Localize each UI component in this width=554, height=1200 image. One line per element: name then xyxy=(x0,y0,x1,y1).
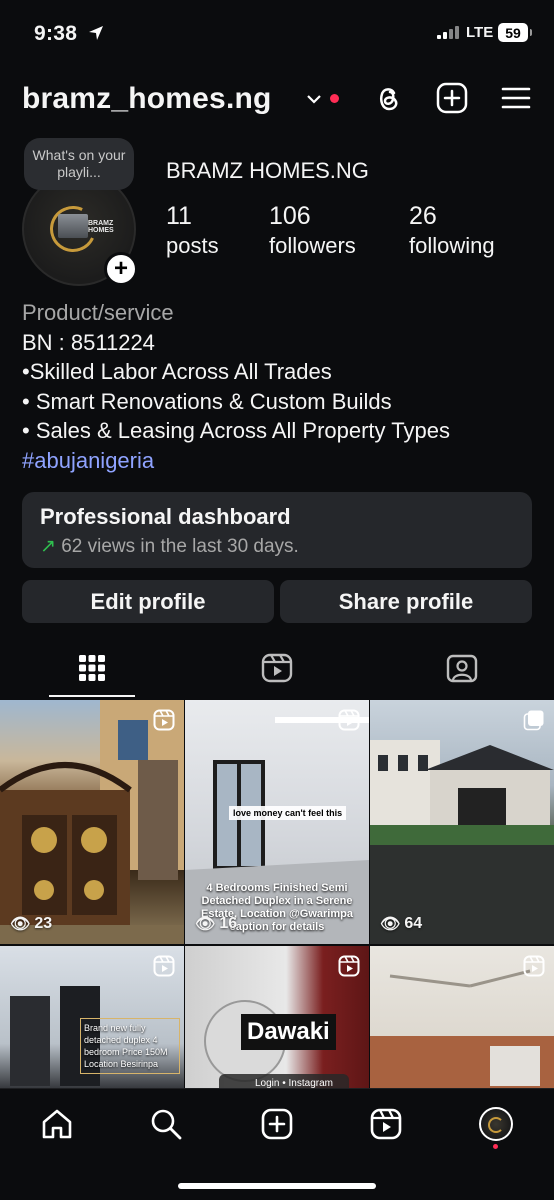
bio-line: • Sales & Leasing Across All Property Ty… xyxy=(22,418,450,444)
home-indicator xyxy=(178,1183,376,1189)
trend-up-icon: ↗ xyxy=(40,536,56,557)
avatar-brand-text: BRAMZ HOMES xyxy=(88,220,114,234)
estate-illustration xyxy=(370,740,554,944)
eye-icon: 👁 xyxy=(195,916,216,933)
bio-line: BN : 8511224 xyxy=(22,329,155,355)
reel-icon xyxy=(153,709,175,731)
eye-icon: 👁 xyxy=(10,916,31,933)
reels-tab-icon[interactable] xyxy=(261,652,293,684)
note-bubble[interactable]: What's on your playli... xyxy=(24,138,134,190)
post-overlay-text: Brand new fully detached duplex 4 bedroo… xyxy=(80,1018,180,1074)
active-tab-indicator xyxy=(49,695,135,697)
threads-icon[interactable] xyxy=(372,82,404,114)
stat-label: posts xyxy=(166,233,219,258)
view-count-value: 23 xyxy=(34,915,53,932)
view-count: 👁 23 xyxy=(10,914,52,934)
edit-profile-button[interactable]: Edit profile xyxy=(22,580,274,623)
stat-posts[interactable]: 11 posts xyxy=(166,202,219,259)
post-location-sticker: Dawaki xyxy=(241,1014,336,1050)
grid-post[interactable]: love money can't feel this 4 Bedrooms Fi… xyxy=(185,700,369,944)
home-icon[interactable] xyxy=(40,1107,74,1141)
view-count-value: 16 xyxy=(219,915,238,932)
add-story-plus-icon[interactable]: + xyxy=(104,252,138,286)
profile-header: bramz_homes.ng xyxy=(0,76,554,124)
bio: Product/service BN : 8511224 •Skilled La… xyxy=(22,298,450,476)
battery-level: 59 xyxy=(505,24,521,41)
create-icon[interactable] xyxy=(436,82,468,114)
display-name: BRAMZ HOMES.NG xyxy=(166,158,369,183)
bio-category: Product/service xyxy=(22,300,174,325)
dashboard-subtitle: ↗ 62 views in the last 30 days. xyxy=(40,535,514,558)
dashboard-subtitle-text: 62 views in the last 30 days. xyxy=(61,536,299,557)
view-count-value: 64 xyxy=(404,915,423,932)
post-caption-sticker: love money can't feel this xyxy=(229,806,347,820)
stat-label: followers xyxy=(269,233,356,258)
carousel-icon xyxy=(523,710,544,731)
grid-post[interactable]: 👁 23 xyxy=(0,700,184,944)
eye-icon: 👁 xyxy=(380,916,401,933)
profile-avatar-icon[interactable] xyxy=(479,1107,513,1141)
share-profile-button[interactable]: Share profile xyxy=(280,580,532,623)
network-label: LTE xyxy=(466,24,494,41)
view-count: 👁 64 xyxy=(380,914,422,934)
status-time: 9:38 xyxy=(34,22,78,45)
bio-line: • Smart Renovations & Custom Builds xyxy=(22,388,392,414)
reels-icon[interactable] xyxy=(369,1107,403,1141)
notification-dot xyxy=(330,94,339,103)
gate-illustration xyxy=(0,700,184,944)
grid-icon[interactable] xyxy=(76,652,108,684)
professional-dashboard[interactable]: Professional dashboard ↗ 62 views in the… xyxy=(22,492,532,568)
battery-icon: 59 xyxy=(498,23,532,42)
tagged-icon[interactable] xyxy=(446,652,478,684)
reel-icon xyxy=(338,955,360,977)
logo-house xyxy=(58,214,88,238)
location-arrow-icon xyxy=(89,26,103,40)
content-tabs xyxy=(0,644,554,698)
signal-icon xyxy=(437,26,459,39)
stat-value: 26 xyxy=(409,202,437,230)
grid-post[interactable]: 👁 64 xyxy=(370,700,554,944)
reel-icon xyxy=(338,709,360,731)
view-count: 👁 16 xyxy=(195,914,237,934)
stat-label: following xyxy=(409,233,495,258)
profile-notification-dot xyxy=(493,1144,498,1149)
username[interactable]: bramz_homes.ng xyxy=(22,82,272,116)
reel-icon xyxy=(153,955,175,977)
stat-following[interactable]: 26 following xyxy=(409,202,495,259)
chevron-down-icon[interactable] xyxy=(306,92,322,106)
posts-grid: 👁 23 love money can't feel this 4 Bedroom… xyxy=(0,700,554,1190)
status-bar: 9:38 LTE 59 xyxy=(0,0,554,66)
profile-avatar-ring xyxy=(488,1117,504,1133)
stat-value: 11 xyxy=(166,202,192,230)
stat-value: 106 xyxy=(269,202,311,230)
bio-line: •Skilled Labor Across All Trades xyxy=(22,359,332,385)
create-post-icon[interactable] xyxy=(260,1107,294,1141)
menu-icon[interactable] xyxy=(500,82,532,114)
bio-hashtag[interactable]: #abujanigeria xyxy=(22,446,450,476)
stat-followers[interactable]: 106 followers xyxy=(269,202,356,259)
search-icon[interactable] xyxy=(149,1107,183,1141)
dashboard-title: Professional dashboard xyxy=(40,504,291,529)
reel-icon xyxy=(523,955,545,977)
